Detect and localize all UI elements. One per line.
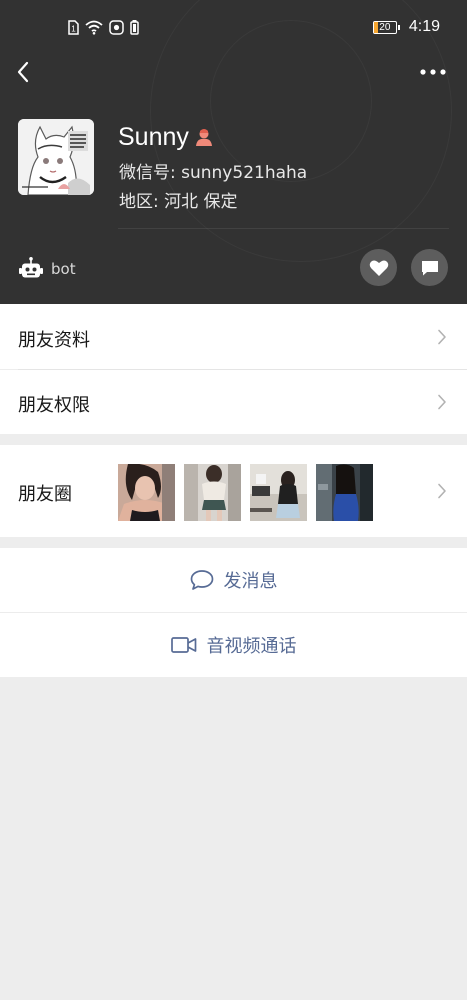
like-button[interactable] <box>360 249 397 286</box>
chat-bubble-icon <box>190 570 213 590</box>
moment-photo <box>118 464 175 521</box>
contact-name: Sunny <box>118 122 189 151</box>
clock: 4:19 <box>408 18 440 35</box>
more-horizontal-icon <box>420 69 446 75</box>
send-message-button[interactable]: 发消息 <box>0 548 467 612</box>
name-row: Sunny <box>118 121 214 153</box>
profile-header: 1 20 4:19 Sunny 微信号: sunny521haha 地区: 河北… <box>0 0 467 304</box>
battery-saver-icon <box>130 19 139 35</box>
moments-label: 朋友圈 <box>18 484 72 505</box>
friend-permissions-label: 朋友权限 <box>18 395 90 416</box>
svg-text:1: 1 <box>71 24 76 33</box>
female-user-icon <box>195 129 212 146</box>
video-camera-icon <box>170 637 196 653</box>
video-call-label: 音视频通话 <box>206 636 297 657</box>
friend-profile-cell[interactable]: 朋友资料 <box>0 304 467 369</box>
friend-profile-label: 朋友资料 <box>18 330 90 351</box>
robot-icon <box>19 257 43 278</box>
more-options-button[interactable] <box>419 62 447 82</box>
battery-icon: 20 <box>372 20 400 34</box>
message-icon <box>421 260 438 275</box>
status-bar: 1 20 4:19 <box>0 0 467 52</box>
status-icons-right: 20 4:19 <box>372 16 440 38</box>
video-call-content: 音视频通话 <box>0 613 467 677</box>
chevron-right-icon <box>438 483 446 499</box>
friend-permissions-cell[interactable]: 朋友权限 <box>0 370 467 434</box>
wifi-icon <box>85 20 103 35</box>
status-icons-left: 1 <box>68 18 145 36</box>
bot-status[interactable]: bot <box>18 256 76 282</box>
chevron-right-icon <box>438 329 446 345</box>
avatar[interactable] <box>18 119 94 195</box>
comment-button[interactable] <box>411 249 448 286</box>
header-divider <box>118 228 449 229</box>
moments-cell[interactable]: 朋友圈 <box>0 445 467 537</box>
app-notification-icon <box>109 19 124 35</box>
battery-cap <box>397 24 400 30</box>
wechat-id: 微信号: sunny521haha <box>119 163 308 183</box>
send-message-label: 发消息 <box>223 571 278 592</box>
bot-label: bot <box>51 260 76 278</box>
sim-card-icon: 1 <box>68 19 79 35</box>
battery-level-text: 20 <box>379 21 391 33</box>
back-button[interactable] <box>14 58 34 86</box>
chevron-left-icon <box>17 61 29 83</box>
send-message-content: 发消息 <box>0 548 467 612</box>
video-call-button[interactable]: 音视频通话 <box>0 613 467 677</box>
avatar-image <box>18 119 94 195</box>
moments-thumbnails <box>118 464 382 521</box>
region: 地区: 河北 保定 <box>119 192 238 212</box>
chevron-right-icon <box>438 394 446 410</box>
contact-profile-screen: 1 20 4:19 Sunny 微信号: sunny521haha 地区: 河北… <box>0 0 467 1000</box>
moment-photo <box>316 464 373 521</box>
moment-photo <box>250 464 307 521</box>
moment-photo <box>184 464 241 521</box>
heart-icon <box>369 259 388 276</box>
